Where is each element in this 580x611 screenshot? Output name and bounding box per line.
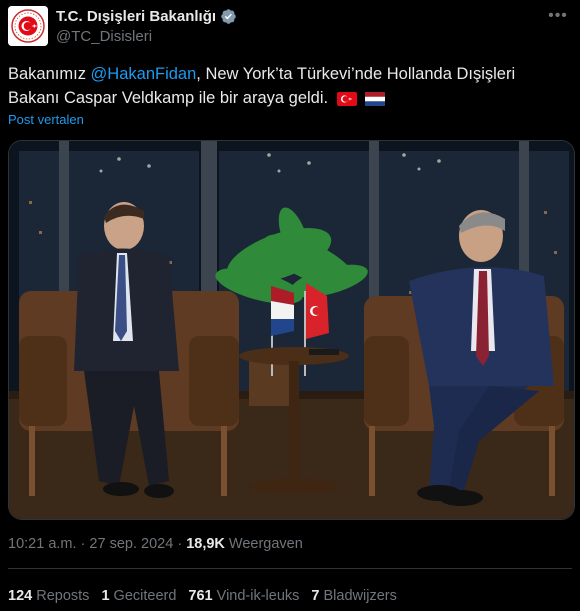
tweet-text: Bakanımız @HakanFidan, New York’ta Türke… bbox=[8, 62, 568, 110]
likes-stat[interactable]: 761 Vind-ik-leuks bbox=[188, 588, 299, 604]
tweet-meta: 10:21 a.m. · 27 sep. 2024 · 18,9K Weerga… bbox=[8, 536, 303, 552]
translate-link[interactable]: Post vertalen bbox=[8, 112, 84, 127]
tweet-time[interactable]: 10:21 a.m. bbox=[8, 536, 77, 552]
bookmarks-label: Bladwijzers bbox=[323, 588, 397, 604]
tweet-text-line2: Bakanı Caspar Veldkamp ile bir araya gel… bbox=[8, 89, 329, 107]
quotes-stat[interactable]: 1 Geciteerd bbox=[101, 588, 176, 604]
tweet-stats: 124 Reposts 1 Geciteerd 761 Vind-ik-leuk… bbox=[8, 588, 397, 604]
bookmarks-stat[interactable]: 7 Bladwijzers bbox=[311, 588, 396, 604]
likes-count: 761 bbox=[188, 588, 213, 604]
reposts-label: Reposts bbox=[36, 588, 90, 604]
tweet-photo[interactable] bbox=[8, 140, 575, 520]
views-count: 18,9K bbox=[186, 536, 225, 552]
tweet-header: T.C. Dışişleri Bakanlığı @TC_Disisleri •… bbox=[8, 6, 572, 48]
avatar[interactable] bbox=[8, 6, 48, 46]
verified-badge-icon bbox=[221, 9, 236, 24]
quotes-label: Geciteerd bbox=[113, 588, 177, 604]
bookmarks-count: 7 bbox=[311, 588, 320, 604]
display-name[interactable]: T.C. Dışişleri Bakanlığı bbox=[56, 8, 216, 25]
meeting-photo bbox=[9, 141, 574, 519]
meta-separator: · bbox=[80, 536, 86, 552]
mention-link[interactable]: @HakanFidan bbox=[91, 65, 197, 83]
turkey-flag-icon bbox=[336, 91, 357, 106]
divider bbox=[8, 568, 572, 569]
handle[interactable]: @TC_Disisleri bbox=[56, 28, 152, 45]
quotes-count: 1 bbox=[101, 588, 110, 604]
meta-separator: · bbox=[177, 536, 183, 552]
reposts-stat[interactable]: 124 Reposts bbox=[8, 588, 89, 604]
tweet-text-part2: , New York’ta Türkevi’nde Hollanda Dışiş… bbox=[196, 65, 516, 83]
likes-label: Vind-ik-leuks bbox=[216, 588, 300, 604]
turkish-ministry-logo bbox=[8, 6, 48, 46]
tweet-date[interactable]: 27 sep. 2024 bbox=[89, 536, 173, 552]
netherlands-flag-icon bbox=[365, 91, 386, 106]
reposts-count: 124 bbox=[8, 588, 33, 604]
more-icon[interactable]: ••• bbox=[548, 8, 568, 28]
views-label: Weergaven bbox=[228, 536, 303, 552]
tweet-text-part1: Bakanımız bbox=[8, 65, 91, 83]
